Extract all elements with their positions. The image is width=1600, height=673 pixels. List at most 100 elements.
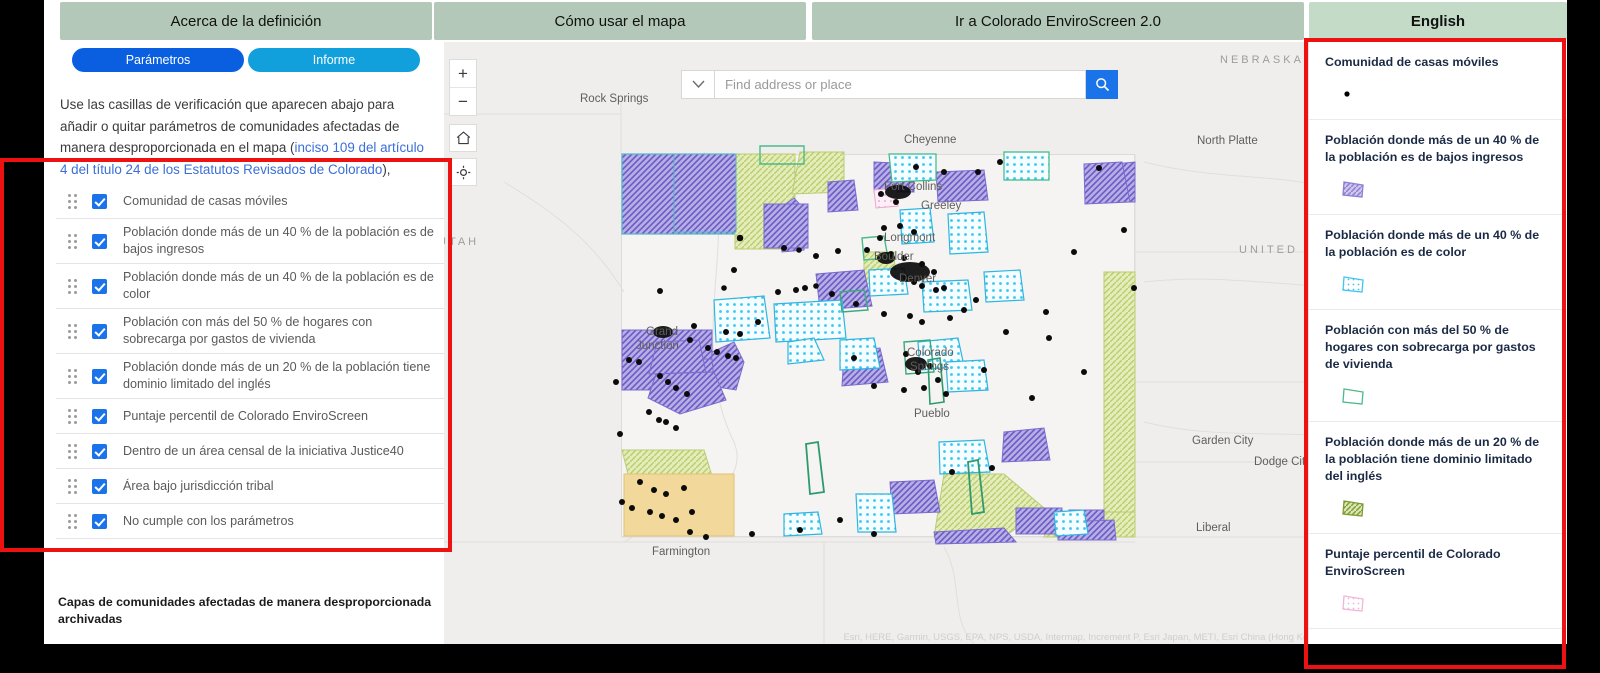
- map-label-longmont: Longmont: [884, 232, 936, 244]
- map-label-liberal: Liberal: [1196, 522, 1231, 534]
- map-label-boulder: Boulder: [874, 251, 914, 263]
- map-label-fort-collins: Fort Collins: [884, 181, 943, 193]
- legend-item-swatch: [1341, 495, 1551, 521]
- top-tab-bar: Acerca de la definición Cómo usar el map…: [44, 0, 1567, 42]
- zoom-out-button[interactable]: −: [450, 88, 476, 116]
- legend-item-label: Población con más del 50 % de hogares co…: [1325, 323, 1536, 371]
- list-item-label: Población donde más de un 20 % de la pob…: [123, 360, 431, 391]
- locate-crosshair-icon: [456, 165, 470, 179]
- drag-handle-icon[interactable]: [60, 443, 84, 459]
- map-label-greeley: Greeley: [921, 200, 962, 212]
- list-item[interactable]: Población donde más de un 40 % de la pob…: [56, 219, 444, 264]
- legend-item: Población donde más de un 40 % de la pob…: [1309, 215, 1567, 310]
- legend-item: Población con más del 50 % de hogares co…: [1309, 310, 1567, 422]
- legend-symbol-hatch-purple: [1342, 181, 1364, 198]
- tab-como-usar-el-mapa[interactable]: Cómo usar el mapa: [434, 2, 806, 40]
- tab-label: English: [1410, 12, 1466, 30]
- bottom-gutter: [0, 644, 1600, 673]
- list-item[interactable]: Área bajo jurisdicción tribal: [56, 469, 444, 504]
- legend-item-swatch: [1341, 176, 1551, 202]
- parameter-checkbox-2[interactable]: [92, 278, 107, 294]
- legend-item: Población donde más de un 20 % de la pob…: [1309, 422, 1567, 534]
- tab-ir-a-colorado-enviroscreen[interactable]: Ir a Colorado EnviroScreen 2.0: [812, 2, 1304, 40]
- archived-layers-title: Capas de comunidades afectadas de manera…: [58, 595, 432, 626]
- drag-handle-icon[interactable]: [60, 408, 84, 424]
- parameter-checkbox-6[interactable]: [92, 443, 107, 459]
- list-item-label: Puntaje percentil de Colorado EnviroScre…: [123, 408, 369, 423]
- drag-handle-icon[interactable]: [60, 368, 84, 384]
- legend-symbol-dotted-pink: [1342, 595, 1364, 612]
- legend-item-swatch: [1341, 271, 1551, 297]
- map-label-farmington: Farmington: [652, 546, 711, 558]
- parameter-checkbox-8[interactable]: [92, 513, 107, 529]
- legend-item-swatch: [1341, 383, 1551, 409]
- home-button[interactable]: [449, 124, 477, 152]
- list-item-label: Área bajo jurisdicción tribal: [123, 478, 274, 493]
- map-label-junction: Junction: [636, 340, 679, 352]
- map-label-pueblo: Pueblo: [914, 408, 950, 420]
- search-input[interactable]: Find address or place: [714, 70, 1086, 99]
- drag-handle-icon[interactable]: [60, 478, 84, 494]
- legend-item-label: Población donde más de un 40 % de la pob…: [1325, 228, 1540, 259]
- informe-button[interactable]: Informe: [248, 48, 420, 72]
- legend-item: Dentro de un área censal de la iniciativ…: [1309, 629, 1567, 644]
- map-search-widget[interactable]: Find address or place: [681, 70, 1118, 99]
- search-submit-button[interactable]: [1086, 70, 1118, 99]
- legend-item-label: Comunidad de casas móviles: [1325, 55, 1499, 69]
- legend-item: Puntaje percentil de Colorado EnviroScre…: [1309, 534, 1567, 629]
- app-root: Acerca de la definición Cómo usar el map…: [0, 0, 1600, 673]
- search-icon: [1095, 78, 1109, 92]
- legend-item-label: Población donde más de un 20 % de la pob…: [1325, 435, 1540, 483]
- parameters-panel: Parámetros Informe Use las casillas de v…: [44, 42, 444, 644]
- drag-handle-icon[interactable]: [60, 323, 84, 339]
- tab-label: Ir a Colorado EnviroScreen 2.0: [955, 12, 1161, 30]
- drag-handle-icon[interactable]: [60, 193, 84, 209]
- legend-item: Comunidad de casas móviles: [1309, 42, 1567, 120]
- legend-symbol-hatch-olive: [1342, 500, 1364, 517]
- list-item[interactable]: Dentro de un área censal de la iniciativ…: [56, 434, 444, 469]
- list-item-label: Dentro de un área censal de la iniciativ…: [123, 443, 404, 458]
- parametros-label: Parámetros: [125, 53, 191, 67]
- parameter-checkbox-7[interactable]: [92, 478, 107, 494]
- parameter-checkbox-list: Comunidad de casas móviles Población dond…: [56, 184, 444, 539]
- list-item[interactable]: No cumple con los parámetros: [56, 504, 444, 539]
- zoom-in-button[interactable]: +: [450, 60, 476, 88]
- zoom-control[interactable]: + −: [449, 59, 477, 116]
- list-item-label: No cumple con los parámetros: [123, 513, 294, 528]
- tab-acerca-de-la-definicion[interactable]: Acerca de la definición: [60, 2, 432, 40]
- parameter-checkbox-4[interactable]: [92, 368, 107, 384]
- map-label-united: UNITED: [1239, 244, 1298, 256]
- drag-handle-icon[interactable]: [60, 278, 84, 294]
- legend-symbol-outline-green: [1342, 388, 1364, 405]
- informe-label: Informe: [312, 53, 356, 67]
- list-item[interactable]: Puntaje percentil de Colorado EnviroScre…: [56, 399, 444, 434]
- parameter-checkbox-5[interactable]: [92, 408, 107, 424]
- search-category-dropdown[interactable]: [681, 70, 714, 99]
- list-item[interactable]: Población donde más de un 20 % de la pob…: [56, 354, 444, 399]
- home-icon: [456, 131, 470, 145]
- locate-button[interactable]: [449, 158, 477, 186]
- map-label-springs: Springs: [910, 361, 949, 373]
- left-gutter: [0, 0, 44, 673]
- chevron-down-icon: [691, 80, 705, 89]
- legend-symbol-dotted-cyan: [1342, 276, 1364, 293]
- parameter-checkbox-1[interactable]: [92, 233, 107, 249]
- list-item[interactable]: Población donde más de un 40 % de la pob…: [56, 264, 444, 309]
- list-item[interactable]: Comunidad de casas móviles: [56, 184, 444, 219]
- list-item[interactable]: Población con más del 50 % de hogares co…: [56, 309, 444, 354]
- map-label-colorado: Colorado: [907, 347, 954, 359]
- list-item-label: Población donde más de un 40 % de la pob…: [123, 225, 434, 256]
- tab-english[interactable]: English: [1309, 2, 1567, 40]
- right-gutter: [1567, 0, 1600, 673]
- legend-item-label: Población donde más de un 40 % de la pob…: [1325, 133, 1540, 164]
- parameter-checkbox-0[interactable]: [92, 193, 107, 209]
- list-item-label: Población donde más de un 40 % de la pob…: [123, 270, 434, 301]
- drag-handle-icon[interactable]: [60, 233, 84, 249]
- parametros-button[interactable]: Parámetros: [72, 48, 244, 72]
- map-label-grand: Grand: [646, 326, 678, 338]
- search-placeholder-text: Find address or place: [725, 77, 852, 92]
- segmented-control: Parámetros Informe: [72, 48, 420, 72]
- drag-handle-icon[interactable]: [60, 513, 84, 529]
- parameter-checkbox-3[interactable]: [92, 323, 107, 339]
- tab-label: Acerca de la definición: [170, 12, 322, 30]
